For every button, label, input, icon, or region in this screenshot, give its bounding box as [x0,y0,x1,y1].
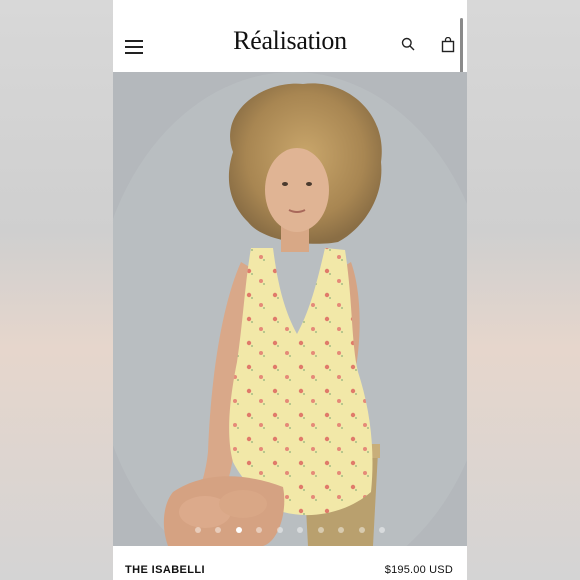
product-name[interactable]: THE ISABELLI [125,564,205,576]
search-icon[interactable] [401,37,415,51]
site-header: Réalisation [113,0,467,72]
carousel-dot[interactable] [256,527,263,533]
carousel-dot[interactable] [215,527,222,533]
carousel-dot[interactable] [379,527,386,533]
mobile-screen: Réalisation THE ISABELLI $195.00 USD [113,0,467,580]
carousel-dot-active[interactable] [235,527,242,533]
product-price: $195.00 USD [384,564,453,576]
shopping-bag-icon[interactable] [441,37,455,53]
carousel-dot[interactable] [194,527,201,533]
model-illustration [113,72,467,546]
carousel-dot[interactable] [317,527,324,533]
background-blur-right [467,0,580,580]
carousel-dot[interactable] [297,527,304,533]
carousel-dot[interactable] [338,527,345,533]
background-blur-left [0,0,113,580]
carousel-pagination [113,520,467,538]
carousel-dot[interactable] [276,527,283,533]
product-photo[interactable] [113,72,467,546]
product-info-bar: THE ISABELLI $195.00 USD [113,546,467,580]
carousel-dot[interactable] [358,527,365,533]
